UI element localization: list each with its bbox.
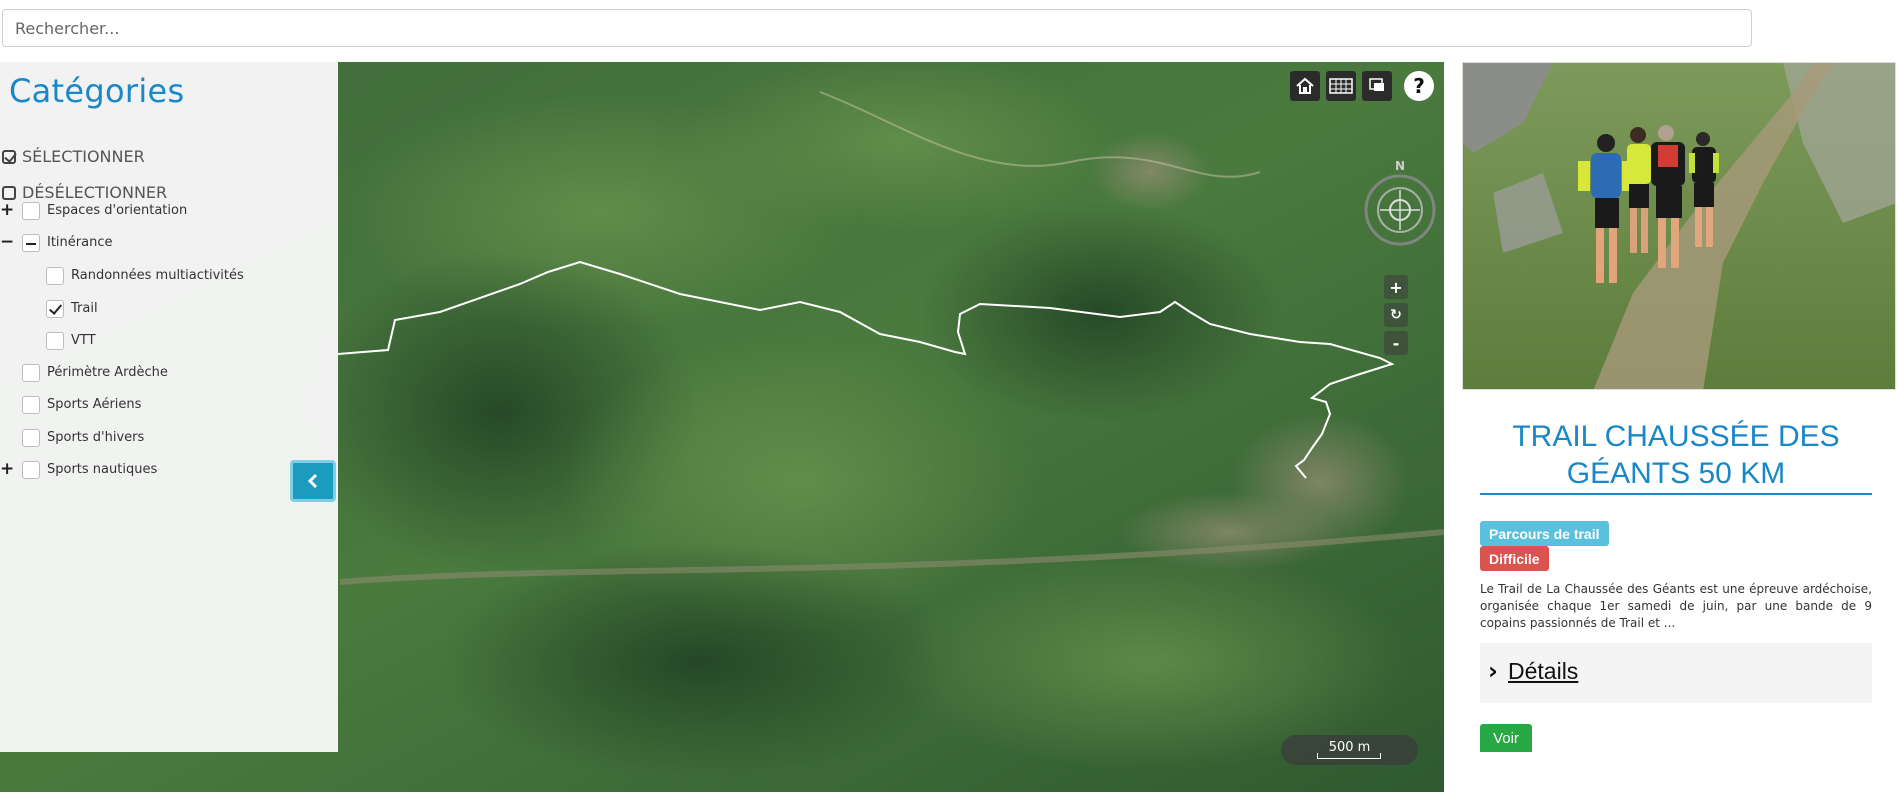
tag-badge-type: Parcours de trail — [1480, 521, 1609, 546]
category-checkbox[interactable] — [22, 364, 40, 382]
category-label: Sports nautiques — [47, 462, 158, 477]
checked-square-icon — [2, 149, 16, 164]
subcategory-checkbox[interactable] — [46, 300, 64, 318]
category-checkbox[interactable] — [22, 202, 40, 220]
subcategory-checkbox[interactable] — [46, 332, 64, 350]
details-label: Détails — [1508, 658, 1579, 684]
trail-title: TRAIL CHAUSSÉE DES GÉANTS 50 KM — [1512, 420, 1840, 490]
trail-photo — [1462, 62, 1896, 390]
empty-square-icon — [2, 185, 16, 200]
help-button[interactable]: ? — [1404, 71, 1434, 101]
subcategory-checkbox[interactable] — [46, 267, 64, 285]
scale-line — [1317, 753, 1381, 759]
expand-icon[interactable]: + — [0, 461, 14, 478]
expand-icon[interactable]: + — [0, 202, 14, 219]
zoom-in-button[interactable]: + — [1384, 275, 1408, 299]
details-toggle[interactable]: › Détails — [1480, 643, 1872, 703]
tag-badge-difficulty: Difficile — [1480, 546, 1549, 571]
category-label: Itinérance — [47, 235, 113, 250]
category-checkbox[interactable] — [22, 396, 40, 414]
category-label: Espaces d'orientation — [47, 203, 188, 218]
voir-button[interactable]: Voir — [1480, 724, 1532, 752]
compass-north-label: N — [1395, 159, 1405, 173]
chevron-left-icon — [307, 473, 318, 489]
collapse-sidebar-button[interactable] — [290, 460, 336, 502]
deselect-all-button[interactable]: DÉSÉLECTIONNER — [2, 183, 167, 202]
subcategory-label: VTT — [71, 333, 96, 348]
zoom-out-button[interactable]: - — [1384, 331, 1408, 355]
scale-bar: 500 m — [1281, 735, 1418, 765]
subcategory-label: Trail — [71, 301, 98, 316]
detail-panel: TRAIL CHAUSSÉE DES GÉANTS 50 KM Parcours… — [1460, 62, 1898, 752]
title-divider — [1480, 493, 1872, 495]
chevron-right-icon: › — [1488, 657, 1498, 685]
grid-icon[interactable] — [1326, 71, 1356, 101]
layers-icon[interactable] — [1362, 71, 1392, 101]
reset-rotation-button[interactable]: ↻ — [1384, 303, 1408, 327]
trail-description: Le Trail de La Chaussée des Géants est u… — [1480, 582, 1872, 630]
category-label: Sports Aériens — [47, 397, 142, 412]
sidebar-title: Catégories — [9, 72, 185, 110]
category-checkbox[interactable] — [22, 461, 40, 479]
category-sidebar: Catégories SÉLECTIONNER DÉSÉLECTIONNER +… — [0, 62, 338, 752]
search-bar — [0, 0, 1898, 62]
home-icon[interactable] — [1290, 71, 1320, 101]
category-label: Sports d'hivers — [47, 430, 145, 445]
search-input[interactable] — [2, 9, 1752, 47]
select-all-button[interactable]: SÉLECTIONNER — [2, 147, 145, 166]
category-checkbox[interactable] — [22, 234, 40, 252]
category-label: Périmètre Ardèche — [47, 365, 168, 380]
deselect-all-label: DÉSÉLECTIONNER — [22, 183, 168, 202]
category-checkbox[interactable] — [22, 429, 40, 447]
subcategory-label: Randonnées multiactivités — [71, 268, 244, 283]
select-all-label: SÉLECTIONNER — [22, 147, 145, 166]
collapse-icon[interactable]: − — [0, 234, 14, 251]
